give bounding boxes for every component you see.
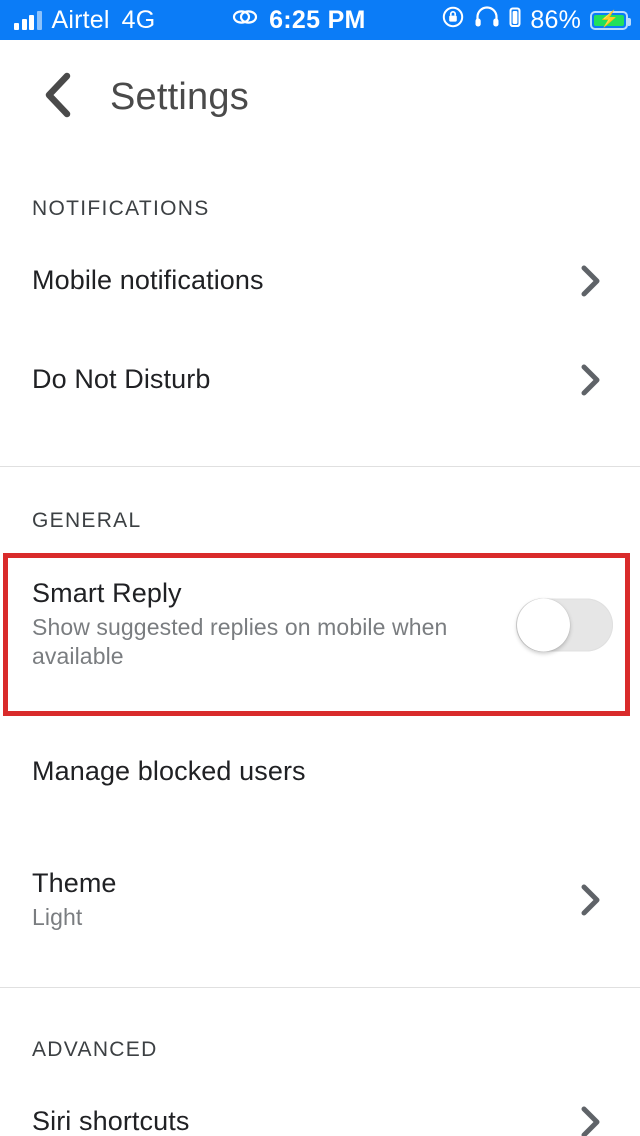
section-notifications: NOTIFICATIONS Mobile notifications Do No… bbox=[0, 155, 640, 429]
app-header: Settings bbox=[0, 40, 640, 155]
row-siri-shortcuts[interactable]: Siri shortcuts bbox=[0, 1072, 640, 1136]
section-header-notifications: NOTIFICATIONS bbox=[32, 197, 210, 220]
signal-bars-icon bbox=[14, 10, 42, 30]
status-bar-right: 86% ⚡ bbox=[441, 5, 640, 36]
device-battery-icon bbox=[509, 6, 521, 35]
charging-battery-icon: ⚡ bbox=[590, 10, 631, 30]
section-general: GENERAL Smart Reply Show suggested repli… bbox=[0, 467, 640, 964]
status-bar-center: 6:25 PM bbox=[155, 6, 441, 35]
section-header-general: GENERAL bbox=[32, 509, 142, 532]
row-smart-reply[interactable]: Smart Reply Show suggested replies on mo… bbox=[0, 543, 640, 706]
network-mode-label: 4G bbox=[121, 5, 156, 34]
status-bar-left: Airtel 4G bbox=[0, 6, 155, 35]
row-subtitle: Show suggested replies on mobile when av… bbox=[32, 613, 448, 669]
row-title: Do Not Disturb bbox=[32, 364, 211, 394]
page-title: Settings bbox=[110, 76, 249, 118]
back-button[interactable] bbox=[20, 60, 96, 136]
smart-reply-toggle[interactable] bbox=[516, 598, 613, 651]
status-bar: Airtel 4G 6:25 PM 86% ⚡ bbox=[0, 0, 640, 40]
link-icon bbox=[231, 6, 259, 35]
rotation-lock-icon bbox=[441, 5, 465, 36]
carrier-label: Airtel bbox=[51, 5, 110, 34]
clock-label: 6:25 PM bbox=[269, 5, 366, 34]
section-header-advanced: ADVANCED bbox=[32, 1038, 158, 1061]
toggle-knob bbox=[517, 598, 570, 651]
row-title: Theme bbox=[32, 867, 117, 898]
chevron-right-icon bbox=[580, 1105, 602, 1136]
settings-screen: Airtel 4G 6:25 PM 86% ⚡ Settings NOTIFIC… bbox=[0, 0, 640, 1136]
section-advanced: ADVANCED Siri shortcuts bbox=[0, 988, 640, 1136]
row-title: Smart Reply bbox=[32, 577, 182, 608]
headphones-icon bbox=[474, 5, 500, 35]
row-title: Siri shortcuts bbox=[32, 1106, 190, 1136]
row-do-not-disturb[interactable]: Do Not Disturb bbox=[0, 330, 640, 429]
battery-percent-label: 86% bbox=[530, 5, 581, 34]
chevron-right-icon bbox=[580, 883, 602, 917]
row-title: Manage blocked users bbox=[32, 755, 306, 786]
row-subtitle: Light bbox=[32, 903, 83, 930]
chevron-right-icon bbox=[580, 264, 602, 298]
row-manage-blocked-users[interactable]: Manage blocked users bbox=[0, 706, 640, 836]
row-title: Mobile notifications bbox=[32, 265, 264, 295]
row-theme[interactable]: Theme Light bbox=[0, 836, 640, 964]
row-mobile-notifications[interactable]: Mobile notifications bbox=[0, 231, 640, 330]
back-chevron-icon bbox=[41, 70, 75, 125]
chevron-right-icon bbox=[580, 363, 602, 397]
